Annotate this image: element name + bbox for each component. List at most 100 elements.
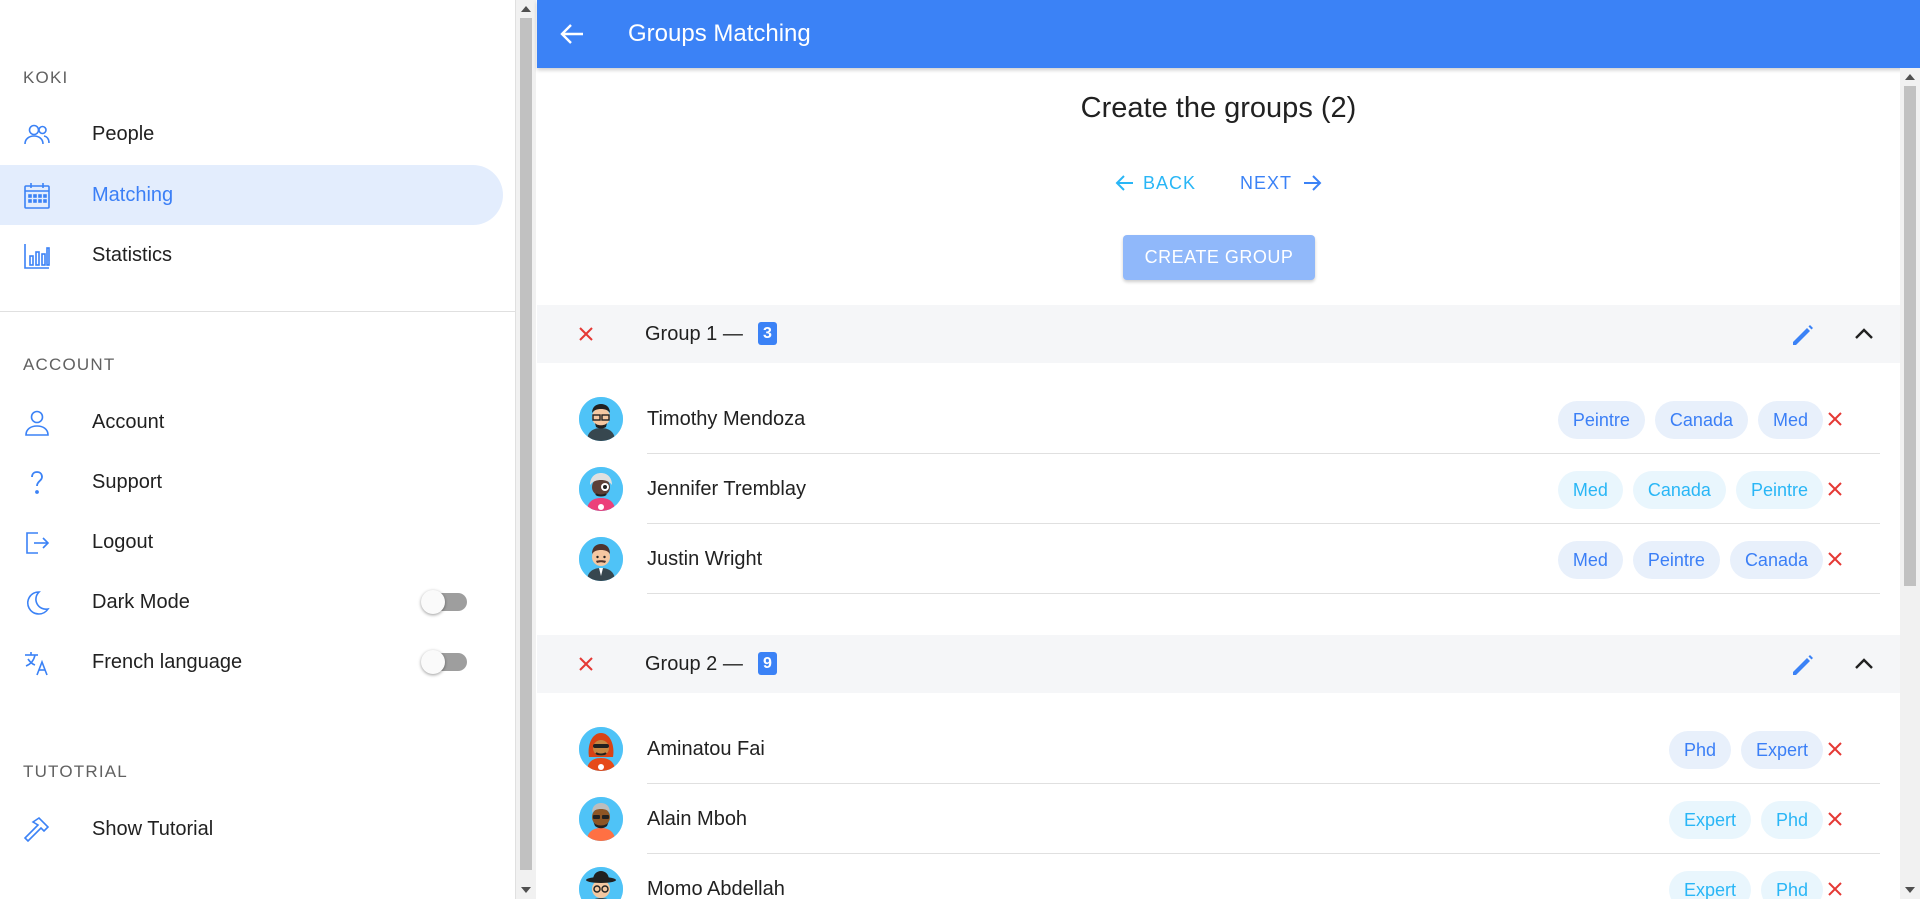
delete-group-icon[interactable] <box>576 324 596 344</box>
remove-member-icon[interactable] <box>1825 479 1845 499</box>
tag-chip: Expert <box>1740 731 1823 769</box>
tag-chip: Phd <box>1760 801 1823 839</box>
question-icon <box>31 471 43 494</box>
tag-chip: Canada <box>1654 401 1748 439</box>
chevron-up-icon[interactable] <box>1853 655 1875 673</box>
back-button[interactable]: BACK <box>1115 168 1196 198</box>
sidebar-item-show-tutorial[interactable]: Show Tutorial <box>0 799 503 859</box>
sidebar-item-statistics[interactable]: Statistics <box>0 225 503 285</box>
member-row: Justin Wright Med Peintre Canada <box>537 524 1900 594</box>
main-content: Create the groups (2) BACK NEXT CREATE G… <box>537 68 1900 899</box>
member-row: Timothy Mendoza Peintre Canada Med <box>537 384 1900 454</box>
tag-list: Peintre Canada Med <box>1557 401 1823 439</box>
content-scrollbar[interactable] <box>1900 68 1920 899</box>
group-title: Group 1 — <box>645 323 743 345</box>
tag-chip: Peintre <box>1557 401 1645 439</box>
group-header[interactable]: Group 1 — 3 <box>537 305 1900 363</box>
toggle-knob <box>421 650 445 674</box>
group-count-badge: 3 <box>758 322 777 345</box>
sidebar-divider <box>0 311 516 312</box>
sidebar-item-dark-mode: Dark Mode <box>0 572 503 632</box>
sidebar-item-label: People <box>92 122 155 145</box>
tag-chip: Med <box>1557 541 1623 579</box>
scrollbar-thumb[interactable] <box>1904 86 1916 586</box>
sidebar-item-support[interactable]: Support <box>0 452 503 512</box>
sidebar: KOKI People Matching Statistics ACCOUNT … <box>0 0 516 899</box>
delete-group-icon[interactable] <box>576 654 596 674</box>
sidebar-item-matching[interactable]: Matching <box>0 165 503 225</box>
remove-member-icon[interactable] <box>1825 809 1845 829</box>
sidebar-item-french-language: French language <box>0 632 503 692</box>
avatar <box>579 397 623 441</box>
sidebar-item-label: French language <box>92 650 243 673</box>
row-divider <box>647 593 1880 594</box>
next-button-label: NEXT <box>1240 172 1293 193</box>
pencil-icon[interactable] <box>1790 652 1816 678</box>
tag-chip: Canada <box>1729 541 1823 579</box>
french-language-toggle[interactable] <box>421 650 467 674</box>
toggle-knob <box>421 590 445 614</box>
avatar <box>579 467 623 511</box>
arrow-right-icon <box>1304 175 1322 191</box>
tag-chip: Phd <box>1668 731 1731 769</box>
back-arrow-icon[interactable] <box>559 22 585 46</box>
arrow-left-icon <box>1115 175 1133 191</box>
sidebar-item-label: Support <box>92 470 163 493</box>
sidebar-item-people[interactable]: People <box>0 104 503 164</box>
section-header-koki: KOKI <box>23 68 69 87</box>
member-name: Aminatou Fai <box>647 738 765 760</box>
sidebar-item-label: Show Tutorial <box>92 817 214 840</box>
tag-chip: Med <box>1757 401 1823 439</box>
bar-chart-icon <box>24 244 50 269</box>
member-row: Alain Mboh Expert Phd <box>537 784 1900 854</box>
scroll-down-arrow-icon[interactable] <box>1905 887 1915 893</box>
remove-member-icon[interactable] <box>1825 879 1845 899</box>
sidebar-scrollbar[interactable] <box>516 0 536 899</box>
group-title: Group 2 — <box>645 653 743 675</box>
chevron-up-icon[interactable] <box>1853 325 1875 343</box>
dark-mode-toggle[interactable] <box>421 590 467 614</box>
app-bar: Groups Matching <box>537 0 1920 68</box>
section-header-tutorial: TUTOTRIAL <box>23 762 128 781</box>
pencil-icon[interactable] <box>1790 322 1816 348</box>
member-row: Jennifer Tremblay Med Canada Peintre <box>537 454 1900 524</box>
translate-icon <box>25 652 48 676</box>
remove-member-icon[interactable] <box>1825 549 1845 569</box>
scroll-up-arrow-icon[interactable] <box>1905 74 1915 80</box>
hammer-icon <box>23 816 50 843</box>
tag-list: Expert Phd <box>1668 871 1823 899</box>
tag-chip: Med <box>1557 471 1623 509</box>
remove-member-icon[interactable] <box>1825 409 1845 429</box>
tag-chip: Canada <box>1632 471 1726 509</box>
tag-list: Med Peintre Canada <box>1557 541 1823 579</box>
member-row: Momo Abdellah Expert Phd <box>537 854 1900 899</box>
create-group-button[interactable]: CREATE GROUP <box>1123 235 1315 280</box>
tag-chip: Peintre <box>1632 541 1720 579</box>
sidebar-item-label: Logout <box>92 530 154 553</box>
member-row: Aminatou Fai Phd Expert <box>537 714 1900 784</box>
avatar <box>579 537 623 581</box>
avatar <box>579 867 623 899</box>
scroll-up-arrow-icon[interactable] <box>521 6 531 12</box>
group-header[interactable]: Group 2 — 9 <box>537 635 1900 693</box>
sidebar-item-label: Statistics <box>92 243 173 266</box>
scrollbar-thumb[interactable] <box>520 18 532 870</box>
tag-list: Phd Expert <box>1668 731 1823 769</box>
tag-chip: Phd <box>1760 871 1823 899</box>
next-button[interactable]: NEXT <box>1240 168 1322 198</box>
member-name: Alain Mboh <box>647 808 748 830</box>
moon-icon <box>27 591 50 615</box>
sidebar-item-label: Account <box>92 410 165 433</box>
tag-chip: Peintre <box>1735 471 1823 509</box>
remove-member-icon[interactable] <box>1825 739 1845 759</box>
tag-chip: Expert <box>1668 871 1751 899</box>
sidebar-item-label: Dark Mode <box>92 590 190 613</box>
scroll-down-arrow-icon[interactable] <box>521 887 531 893</box>
people-icon <box>24 124 50 145</box>
user-icon <box>25 410 49 436</box>
sidebar-item-label: Matching <box>92 183 174 206</box>
member-name: Momo Abdellah <box>647 878 785 899</box>
sidebar-item-account[interactable]: Account <box>0 392 503 452</box>
page-title: Groups Matching <box>628 20 811 47</box>
sidebar-item-logout[interactable]: Logout <box>0 512 503 572</box>
